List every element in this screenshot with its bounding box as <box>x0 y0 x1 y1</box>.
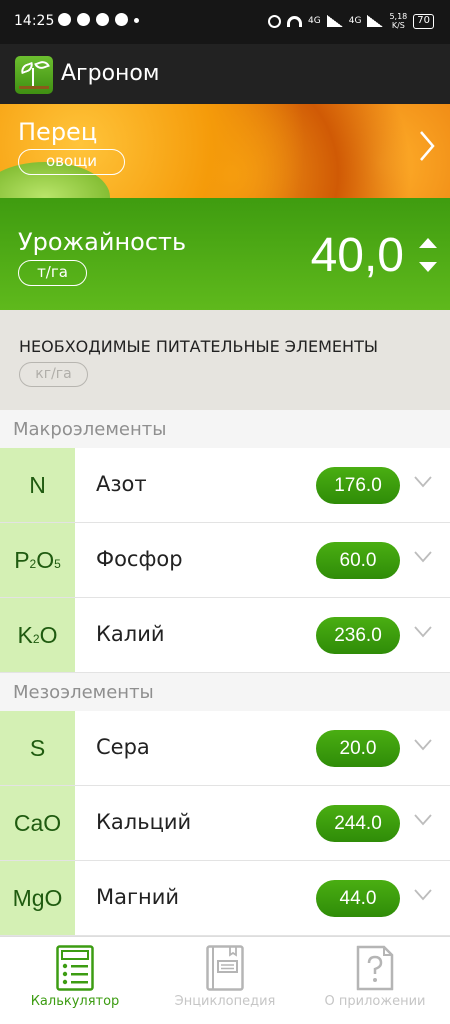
app-notification-icon <box>96 13 109 26</box>
network-label-left: 4G <box>308 16 321 26</box>
chevron-right-icon[interactable] <box>418 129 436 163</box>
chevron-down-icon[interactable] <box>414 551 432 563</box>
section-header-macro: Макроэлементы <box>0 410 450 448</box>
alarm-icon <box>268 14 282 28</box>
speed-value: 5,18 <box>389 12 408 21</box>
tab-about[interactable]: О приложении <box>300 937 450 1024</box>
nutrient-row-sulfur[interactable]: S Сера 20.0 <box>0 711 450 786</box>
symbol-mid: O <box>36 547 55 573</box>
nutrient-value-badge: 44.0 <box>316 880 400 917</box>
nutrient-symbol: K2O <box>0 598 75 672</box>
symbol-mid: O <box>39 622 58 648</box>
app-bar: Агроном <box>0 44 450 104</box>
nutrient-value-badge: 176.0 <box>316 467 400 504</box>
logo-leaf-right <box>34 58 50 72</box>
nutrient-symbol: P2O5 <box>0 523 75 597</box>
nutrient-value-badge: 236.0 <box>316 617 400 654</box>
more-dot-icon <box>134 18 139 23</box>
battery-icon: 70 <box>413 13 434 29</box>
tab-calculator-label: Калькулятор <box>30 994 120 1009</box>
app-title: Агроном <box>61 61 160 86</box>
nutrient-name: Сера <box>96 735 150 759</box>
network-label-right: 4G <box>348 16 362 26</box>
network-speed: 5,18 K/S <box>389 12 407 30</box>
help-icon <box>356 945 394 991</box>
nutrients-title: НЕОБХОДИМЫЕ ПИТАТЕЛЬНЫЕ ЭЛЕМЕНТЫ <box>19 337 378 356</box>
symbol-subscript-2: 5 <box>54 557 61 571</box>
tab-about-label: О приложении <box>324 994 426 1009</box>
logo-soil <box>19 86 49 89</box>
crop-category-badge: овощи <box>18 149 125 175</box>
chevron-down-icon[interactable] <box>414 739 432 751</box>
decrease-arrow-icon[interactable] <box>419 262 437 272</box>
nutrient-name: Азот <box>96 472 147 496</box>
nutrient-row-magnesium[interactable]: MgO Магний 44.0 <box>0 861 450 936</box>
status-time: 14:25 <box>14 13 55 29</box>
crop-name: Перец <box>18 118 98 146</box>
nutrient-name: Фосфор <box>96 547 183 571</box>
increase-arrow-icon[interactable] <box>419 238 437 248</box>
telegram-icon <box>58 13 71 26</box>
nutrient-symbol: CaO <box>0 786 75 860</box>
symbol-main: P <box>14 547 30 573</box>
yield-panel: Урожайность т/га 40,0 <box>0 198 450 310</box>
yield-value[interactable]: 40,0 <box>311 228 404 283</box>
nutrient-row-calcium[interactable]: CaO Кальций 244.0 <box>0 786 450 861</box>
tab-encyclopedia[interactable]: Энциклопедия <box>150 937 300 1024</box>
notification-icons <box>58 13 139 26</box>
chevron-down-icon[interactable] <box>414 476 432 488</box>
nutrients-header: НЕОБХОДИМЫЕ ПИТАТЕЛЬНЫЕ ЭЛЕМЕНТЫ кг/га <box>0 310 450 410</box>
nutrient-value-badge: 60.0 <box>316 542 400 579</box>
nutrient-row-potassium[interactable]: K2O Калий 236.0 <box>0 598 450 673</box>
yield-unit-badge: т/га <box>18 260 87 286</box>
battery-level: 70 <box>417 14 430 26</box>
chevron-down-icon[interactable] <box>414 814 432 826</box>
signal-icon-2 <box>367 15 384 27</box>
wifi-icon <box>287 15 303 27</box>
yield-label: Урожайность <box>18 228 187 256</box>
symbol-subscript: 2 <box>29 557 37 571</box>
nutrient-name: Калий <box>96 622 165 646</box>
nutrient-row-phosphorus[interactable]: P2O5 Фосфор 60.0 <box>0 523 450 598</box>
bottom-navigation: Калькулятор Энциклопедия О приложении <box>0 936 450 1024</box>
chat-icon <box>77 13 90 26</box>
nutrient-symbol: MgO <box>0 861 75 935</box>
sprout-logo-icon <box>15 56 53 94</box>
calculator-icon <box>56 945 94 991</box>
signal-icon <box>326 15 343 27</box>
tab-encyclopedia-label: Энциклопедия <box>174 994 276 1009</box>
tab-calculator[interactable]: Калькулятор <box>0 937 150 1024</box>
book-icon <box>206 945 244 991</box>
chevron-down-icon[interactable] <box>414 889 432 901</box>
chevron-down-icon[interactable] <box>414 626 432 638</box>
status-right: 4G 4G 5,18 K/S 70 <box>268 12 434 30</box>
status-bar: 14:25 4G 4G 5,18 K/S 70 <box>0 0 450 44</box>
crop-selector[interactable]: Перец овощи <box>0 104 450 198</box>
nutrient-name: Магний <box>96 885 180 909</box>
nutrient-symbol: N <box>0 448 75 522</box>
section-header-meso: Мезоэлементы <box>0 673 450 711</box>
nutrient-value-badge: 20.0 <box>316 730 400 767</box>
symbol-subscript: 2 <box>32 632 40 646</box>
logo-stem <box>32 68 34 86</box>
nutrient-symbol: S <box>0 711 75 785</box>
symbol-main: K <box>17 622 33 648</box>
nutrient-value-badge: 244.0 <box>316 805 400 842</box>
shield-icon <box>115 13 128 26</box>
speed-unit: K/S <box>391 21 405 30</box>
nutrient-row-nitrogen[interactable]: N Азот 176.0 <box>0 448 450 523</box>
nutrients-unit-badge: кг/га <box>19 362 88 387</box>
nutrient-name: Кальций <box>96 810 192 834</box>
